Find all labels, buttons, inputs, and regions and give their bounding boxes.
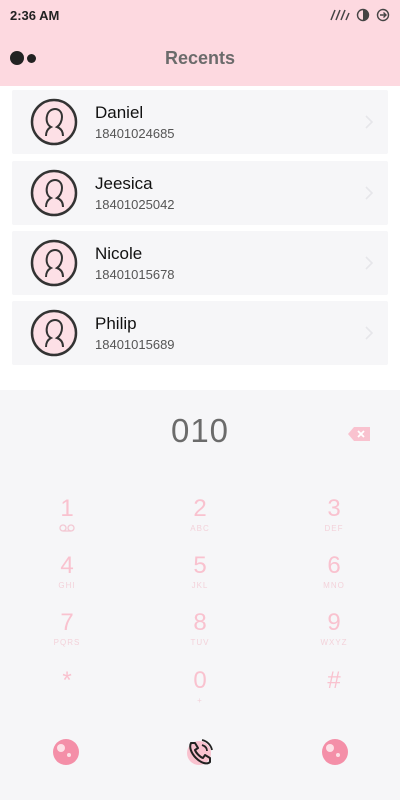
menu-dots-button[interactable] [10,48,40,68]
status-time: 2:36 AM [10,7,60,23]
chevron-right-icon [365,256,374,270]
dot-large-icon [10,51,24,65]
key-letters: GHI [58,581,76,590]
contact-name: Jeesica [95,174,153,193]
contact-number: 18401015678 [95,267,175,282]
key-letters: MNO [323,581,345,590]
contact-name: Nicole [95,244,143,263]
dot-small-icon [27,53,36,63]
status-icons [330,8,390,22]
avatar-icon [30,169,78,217]
key-digit: * [62,667,72,694]
voicemail-icon [59,524,75,532]
key-letters: PQRS [53,638,81,647]
right-action-icon[interactable] [318,735,352,769]
chevron-right-icon [365,326,374,340]
key-letters: WXYZ [320,638,348,647]
page-title: Recents [164,47,236,68]
avatar-icon [30,98,78,146]
backspace-icon[interactable] [347,426,371,442]
chevron-right-icon [365,186,374,200]
sync-icon [376,8,390,22]
recents-list: Daniel 18401024685 Jeesica 18401025042 N… [0,86,400,390]
key-letters: JKL [191,581,209,590]
dial-key-4[interactable]: 4 GHI [22,551,112,609]
status-bar: 2:36 AM [0,0,400,30]
app-header: Recents [0,30,400,86]
dialer-panel: 010 1 2 ABC 3 DEF 4 GHI 5 JKL 6 MNO 7 PQ… [0,390,400,800]
dial-key-5[interactable]: 5 JKL [155,551,245,609]
contact-name: Daniel [95,103,144,122]
key-digit: 1 [60,495,74,522]
key-digit: 2 [193,495,207,522]
key-letters: TUV [190,638,210,647]
contact-number: 18401024685 [95,126,175,141]
key-letters: ABC [190,524,210,533]
key-digit: 3 [327,495,341,522]
signal-icon [330,9,350,21]
key-digit: 7 [60,609,74,636]
key-digit: 5 [193,552,207,579]
dial-key-3[interactable]: 3 DEF [289,494,379,552]
contact-number: 18401025042 [95,197,175,212]
dial-key-9[interactable]: 9 WXYZ [289,608,379,666]
dial-key-6[interactable]: 6 MNO [289,551,379,609]
dial-key-2[interactable]: 2 ABC [155,494,245,552]
dial-key-8[interactable]: 8 TUV [155,608,245,666]
key-letters: + [197,696,203,705]
key-digit: 9 [327,609,341,636]
key-digit: # [327,667,341,694]
dialed-number: 010 [170,412,230,449]
moon-icon [356,8,370,22]
recent-contact-card[interactable]: Jeesica 18401025042 [12,161,388,225]
key-letters: DEF [324,524,344,533]
top-bar: 2:36 AM Recents [0,0,400,86]
left-action-icon[interactable] [49,735,83,769]
dial-key-hash[interactable]: # [289,666,379,724]
avatar-icon [30,239,78,287]
dial-key-7[interactable]: 7 PQRS [22,608,112,666]
chevron-right-icon [365,115,374,129]
dial-key-star[interactable]: * [22,666,112,724]
key-digit: 8 [193,609,207,636]
call-icon[interactable] [183,735,217,769]
contact-number: 18401015689 [95,337,175,352]
key-digit: 0 [193,667,207,694]
avatar-icon [30,309,78,357]
key-digit: 4 [60,552,74,579]
contact-name: Philip [95,314,137,333]
dial-key-1[interactable]: 1 [22,494,112,552]
recent-contact-card[interactable]: Philip 18401015689 [12,301,388,365]
key-digit: 6 [327,552,341,579]
recent-contact-card[interactable]: Daniel 18401024685 [12,90,388,154]
recent-contact-card[interactable]: Nicole 18401015678 [12,231,388,295]
dial-key-0[interactable]: 0 + [155,666,245,724]
